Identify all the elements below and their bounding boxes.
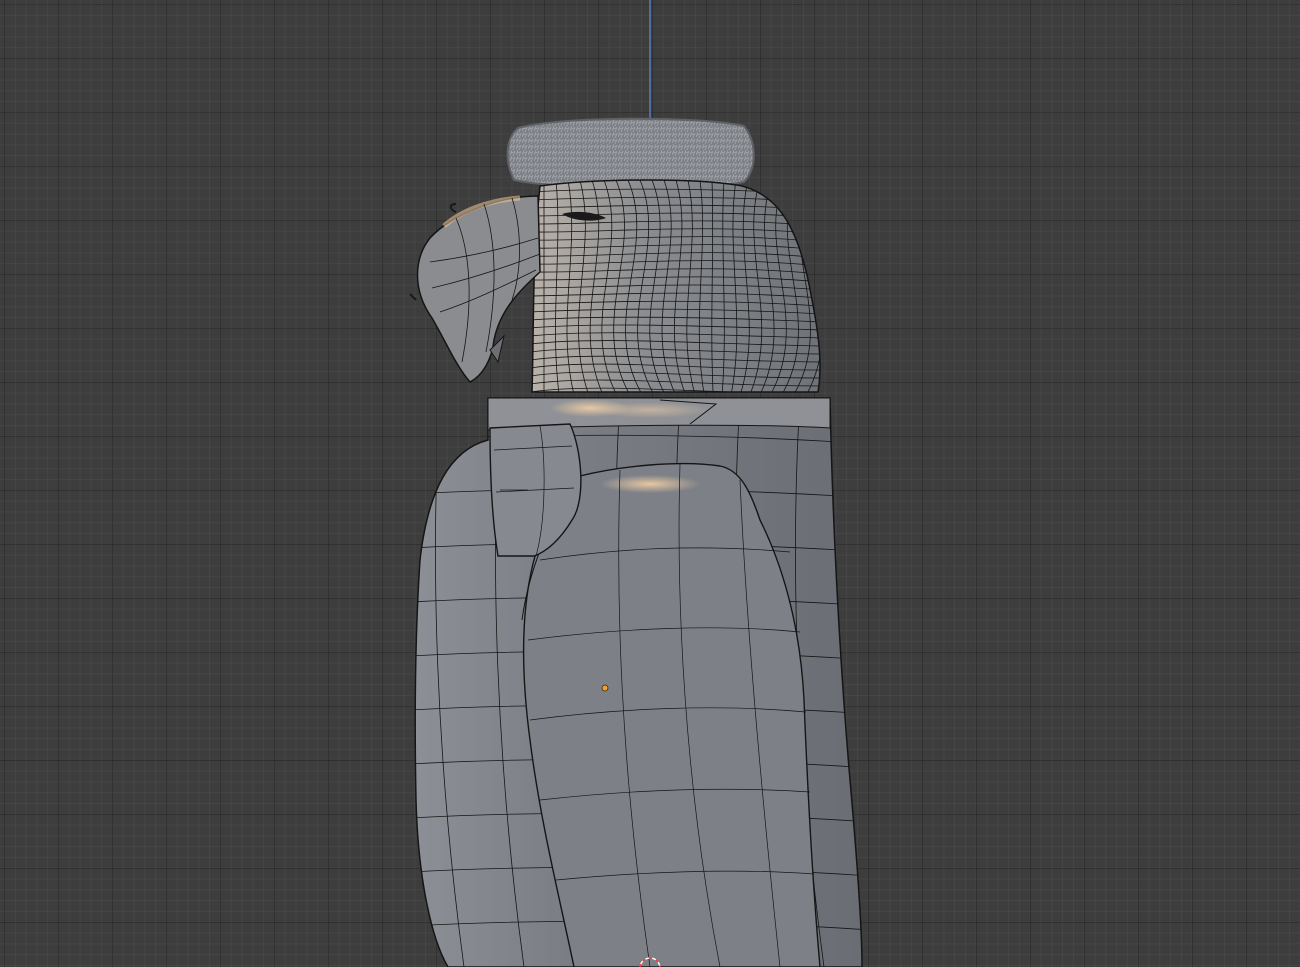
origin-point-icon (601, 684, 609, 692)
viewport-scene (409, 0, 863, 967)
body-mesh (414, 397, 863, 967)
head-mesh (531, 179, 821, 393)
fur-hat (506, 117, 755, 189)
beak-mesh (409, 195, 541, 383)
3d-viewport[interactable] (0, 0, 1300, 967)
